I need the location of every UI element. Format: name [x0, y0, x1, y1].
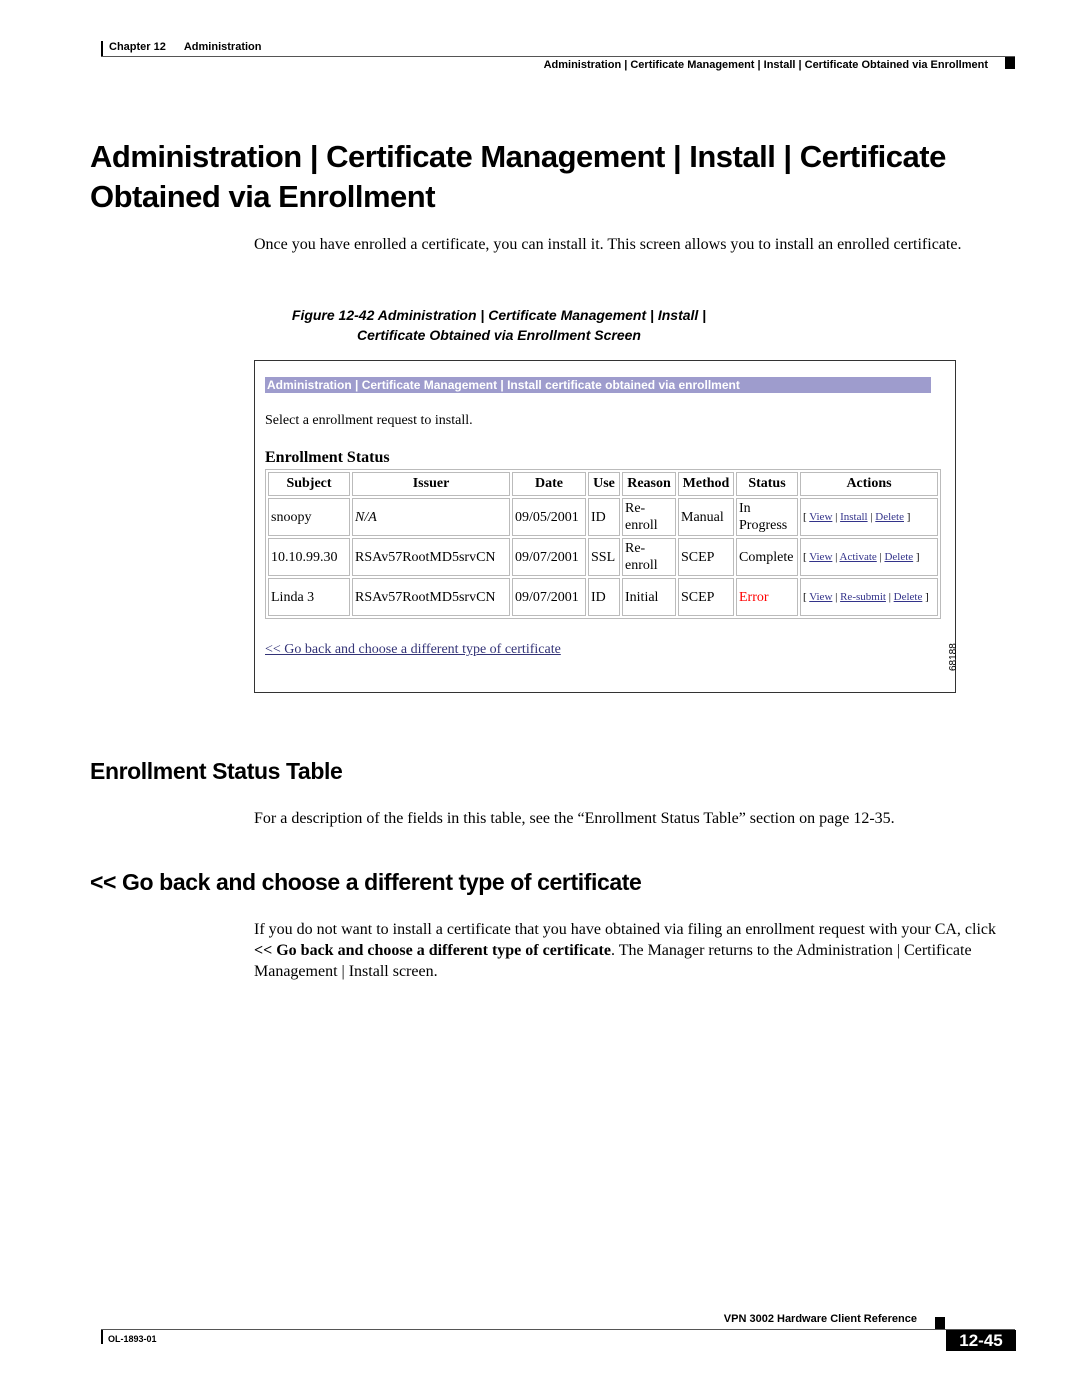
view-link[interactable]: View — [809, 551, 832, 563]
cell-issuer: N/A — [352, 498, 510, 536]
table-row: snoopy N/A 09/05/2001 ID Re-enroll Manua… — [268, 498, 938, 536]
delete-link[interactable]: Delete — [894, 591, 923, 603]
install-link[interactable]: Install — [840, 511, 868, 523]
column-header-use: Use — [588, 472, 620, 496]
cell-method: SCEP — [678, 578, 734, 616]
chapter-title: Administration — [183, 41, 262, 53]
go-back-link[interactable]: << Go back and choose a different type o… — [265, 642, 561, 658]
cell-status-error: Error — [736, 578, 798, 616]
view-link[interactable]: View — [809, 591, 832, 603]
cell-subject: 10.10.99.30 — [268, 538, 350, 576]
text-before: If you do not want to install a certific… — [254, 921, 997, 938]
page-title: Administration | Certificate Management … — [90, 139, 946, 214]
section-text-enrollment-status-table: For a description of the fields in this … — [254, 810, 895, 827]
cell-use: ID — [588, 578, 620, 616]
view-link[interactable]: View — [809, 511, 832, 523]
footer-page-number: 12-45 — [946, 1330, 1016, 1351]
header-breadcrumb: Administration | Certificate Management … — [543, 59, 988, 71]
enrollment-status-table: Subject Issuer Date Use Reason Method St… — [265, 469, 941, 619]
cell-date: 09/07/2001 — [512, 578, 586, 616]
table-row: 10.10.99.30 RSAv57RootMD5srvCN 09/07/200… — [268, 538, 938, 576]
cell-subject: Linda 3 — [268, 578, 350, 616]
delete-link[interactable]: Delete — [884, 551, 913, 563]
cell-actions: [ View | Re-submit | Delete ] — [800, 578, 938, 616]
footer-rule — [101, 1329, 1015, 1330]
column-header-actions: Actions — [800, 472, 938, 496]
cell-reason: Re-enroll — [622, 538, 676, 576]
column-header-method: Method — [678, 472, 734, 496]
header-rule — [101, 56, 1015, 57]
intro-text: Once you have enrolled a certificate, yo… — [254, 236, 962, 253]
chapter-number: Chapter 12 — [109, 41, 166, 53]
cell-status: In Progress — [736, 498, 798, 536]
header-bar — [101, 41, 103, 56]
cell-reason: Re-enroll — [622, 498, 676, 536]
cell-subject: snoopy — [268, 498, 350, 536]
figure-screenshot: Administration | Certificate Management … — [254, 360, 959, 693]
chapter-label: Chapter 12 Administration — [109, 41, 279, 53]
column-header-date: Date — [512, 472, 586, 496]
enrollment-status-title: Enrollment Status — [265, 449, 390, 466]
cell-actions: [ View | Activate | Delete ] — [800, 538, 938, 576]
table-header-row: Subject Issuer Date Use Reason Method St… — [268, 472, 938, 496]
footer-book-title: VPN 3002 Hardware Client Reference — [723, 1313, 917, 1325]
cell-use: SSL — [588, 538, 620, 576]
cell-issuer: RSAv57RootMD5srvCN — [352, 538, 510, 576]
figure-caption-line1: Figure 12-42 Administration | Certificat… — [291, 307, 707, 323]
header-marker — [1005, 57, 1015, 69]
footer-marker — [935, 1317, 945, 1329]
figure-caption: Figure 12-42 Administration | Certificat… — [254, 305, 744, 345]
table-row: Linda 3 RSAv57RootMD5srvCN 09/07/2001 ID… — [268, 578, 938, 616]
activate-link[interactable]: Activate — [840, 551, 877, 563]
cell-actions: [ View | Install | Delete ] — [800, 498, 938, 536]
column-header-issuer: Issuer — [352, 472, 510, 496]
section-text-go-back: If you do not want to install a certific… — [254, 919, 1014, 982]
cell-issuer: RSAv57RootMD5srvCN — [352, 578, 510, 616]
cell-date: 09/05/2001 — [512, 498, 586, 536]
cell-use: ID — [588, 498, 620, 536]
delete-link[interactable]: Delete — [875, 511, 904, 523]
column-header-reason: Reason — [622, 472, 676, 496]
cell-method: SCEP — [678, 538, 734, 576]
footer-bar — [101, 1330, 103, 1344]
resubmit-link[interactable]: Re-submit — [840, 591, 886, 603]
figure-banner: Administration | Certificate Management … — [265, 377, 931, 393]
section-heading-go-back: << Go back and choose a different type o… — [90, 869, 642, 895]
figure-caption-line2: Certificate Obtained via Enrollment Scre… — [357, 327, 641, 343]
cell-method: Manual — [678, 498, 734, 536]
footer-doc-number: OL-1893-01 — [108, 1334, 157, 1344]
select-instruction: Select a enrollment request to install. — [265, 413, 473, 428]
text-bold-link-name: << Go back and choose a different type o… — [254, 942, 611, 959]
figure-id: 68188 — [948, 643, 959, 671]
column-header-subject: Subject — [268, 472, 350, 496]
cell-status: Complete — [736, 538, 798, 576]
cell-reason: Initial — [622, 578, 676, 616]
cell-date: 09/07/2001 — [512, 538, 586, 576]
section-heading-enrollment-status-table: Enrollment Status Table — [90, 758, 343, 784]
column-header-status: Status — [736, 472, 798, 496]
